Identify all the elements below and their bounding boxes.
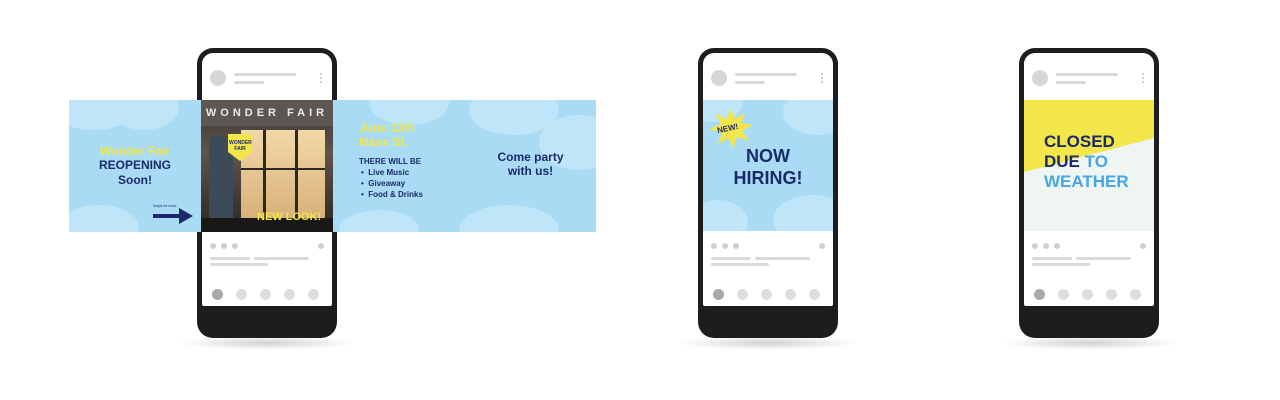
reopening-text: REOPENING xyxy=(98,158,171,172)
caption-placeholder xyxy=(1076,257,1131,260)
phone-shadow xyxy=(999,336,1179,350)
like-icon[interactable] xyxy=(210,243,216,249)
hiring-line-2: HIRING! xyxy=(733,168,803,188)
nav-likes-icon[interactable] xyxy=(284,289,295,300)
avatar xyxy=(210,70,226,86)
window-frame xyxy=(263,130,266,218)
event-item-label: Food & Drinks xyxy=(368,190,423,199)
subtitle-placeholder xyxy=(1056,81,1086,84)
caption-placeholder xyxy=(755,257,810,260)
window-frame xyxy=(295,130,298,218)
party-line-1: Come party xyxy=(497,150,564,164)
like-icon[interactable] xyxy=(711,243,717,249)
carousel-panel-3: June 13th Mass St. THERE WILL BE • Live … xyxy=(333,100,465,232)
avatar xyxy=(1032,70,1048,86)
username-placeholder xyxy=(234,73,296,76)
cloud-shape xyxy=(773,195,833,231)
caption-placeholder xyxy=(210,263,268,266)
subtitle-placeholder xyxy=(735,81,765,84)
cloud-shape xyxy=(783,100,833,135)
nav-profile-icon[interactable] xyxy=(1130,289,1141,300)
carousel-panel-1: Wonder Fair REOPENING Soon! Swipe for mo… xyxy=(69,100,201,232)
nav-likes-icon[interactable] xyxy=(1106,289,1117,300)
more-icon[interactable] xyxy=(320,73,324,83)
nav-search-icon[interactable] xyxy=(1058,289,1069,300)
nav-add-icon[interactable] xyxy=(1082,289,1093,300)
username-placeholder xyxy=(735,73,797,76)
nav-profile-icon[interactable] xyxy=(308,289,319,300)
share-icon[interactable] xyxy=(232,243,238,249)
party-line-2: with us! xyxy=(507,164,554,178)
save-icon[interactable] xyxy=(819,243,825,249)
carousel-panel-4: Come party with us! xyxy=(465,100,596,232)
nav-likes-icon[interactable] xyxy=(785,289,796,300)
share-icon[interactable] xyxy=(1054,243,1060,249)
phone-2: NEW! NOW HIRING! xyxy=(698,48,838,338)
event-item: • Live Music xyxy=(361,168,409,177)
caption-placeholder xyxy=(711,263,769,266)
store-sign: WONDER FAIR xyxy=(201,100,333,126)
closed-line-3: WEATHER xyxy=(1044,172,1129,191)
arrow-right-icon[interactable] xyxy=(153,208,193,224)
cloud-shape xyxy=(703,200,748,231)
caption-placeholder xyxy=(1032,257,1072,260)
avatar xyxy=(711,70,727,86)
nav-add-icon[interactable] xyxy=(761,289,772,300)
closed-line-2: DUE TO xyxy=(1044,152,1108,172)
nav-search-icon[interactable] xyxy=(236,289,247,300)
save-icon[interactable] xyxy=(1140,243,1146,249)
post-closed: CLOSED DUE TO WEATHER xyxy=(1024,100,1154,231)
event-item-label: Live Music xyxy=(368,168,410,177)
subtitle-placeholder xyxy=(234,81,264,84)
comment-icon[interactable] xyxy=(722,243,728,249)
more-icon[interactable] xyxy=(821,73,825,83)
phone-shadow xyxy=(678,336,858,350)
phone-screen: CLOSED DUE TO WEATHER xyxy=(1024,53,1154,306)
comment-icon[interactable] xyxy=(1043,243,1049,249)
caption-placeholder xyxy=(1032,263,1090,266)
phone-screen: NEW! NOW HIRING! xyxy=(703,53,833,306)
post-hiring: NEW! NOW HIRING! xyxy=(703,100,833,231)
phone-3: CLOSED DUE TO WEATHER xyxy=(1019,48,1159,338)
caption-placeholder xyxy=(210,257,250,260)
caption-placeholder xyxy=(254,257,309,260)
event-date: June 13th xyxy=(359,121,416,135)
brand-name: Wonder Fair xyxy=(100,144,170,158)
like-icon[interactable] xyxy=(1032,243,1038,249)
closed-line-1: CLOSED xyxy=(1044,132,1115,151)
hiring-line-1: NOW xyxy=(746,146,790,166)
caption-placeholder xyxy=(711,257,751,260)
more-icon[interactable] xyxy=(1142,73,1146,83)
window-frame xyxy=(241,168,325,170)
new-look-caption: NEW LOOK! xyxy=(257,211,322,223)
share-icon[interactable] xyxy=(733,243,739,249)
nav-profile-icon[interactable] xyxy=(809,289,820,300)
username-placeholder xyxy=(1056,73,1118,76)
event-intro: THERE WILL BE xyxy=(359,157,422,166)
comment-icon[interactable] xyxy=(221,243,227,249)
phone-shadow xyxy=(177,336,357,350)
nav-search-icon[interactable] xyxy=(737,289,748,300)
carousel-banner[interactable]: Wonder Fair REOPENING Soon! Swipe for mo… xyxy=(69,100,596,232)
event-item: • Food & Drinks xyxy=(361,190,423,199)
soon-text: Soon! xyxy=(118,173,152,187)
closed-line-2b: TO xyxy=(1084,152,1108,171)
store-window xyxy=(241,130,325,218)
nav-home-icon[interactable] xyxy=(713,289,724,300)
storefront-photo: WONDER FAIR WONDER FAIR NEW LOOK! xyxy=(201,100,333,232)
shield-tag-text: WONDER FAIR xyxy=(229,140,252,152)
save-icon[interactable] xyxy=(318,243,324,249)
event-item-label: Giveaway xyxy=(368,179,406,188)
nav-home-icon[interactable] xyxy=(1034,289,1045,300)
closed-line-2a: DUE xyxy=(1044,152,1080,171)
event-item: • Giveaway xyxy=(361,179,405,188)
nav-add-icon[interactable] xyxy=(260,289,271,300)
nav-home-icon[interactable] xyxy=(212,289,223,300)
event-address: Mass St. xyxy=(359,135,408,149)
